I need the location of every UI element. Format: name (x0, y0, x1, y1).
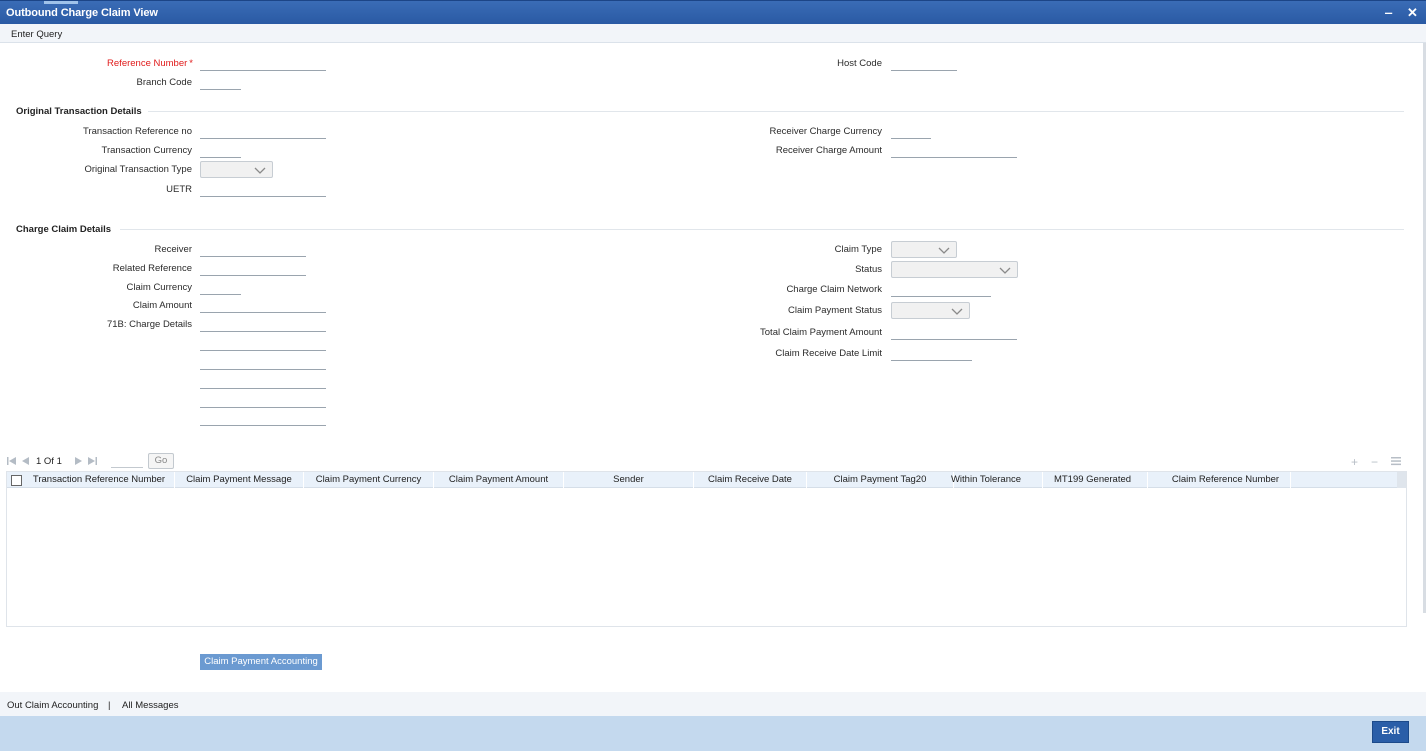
enter-query-button[interactable]: Enter Query (11, 29, 62, 40)
receiver-charge-currency-label: Receiver Charge Currency (769, 126, 882, 137)
transaction-currency-field[interactable] (200, 144, 241, 158)
page-info: 1 Of 1 (36, 456, 62, 467)
claim-payment-status-label: Claim Payment Status (788, 305, 882, 316)
column-header[interactable]: Claim Reference Number (1161, 472, 1291, 488)
charge-claim-network-field[interactable] (891, 283, 991, 297)
charge-claim-network-label: Charge Claim Network (786, 284, 882, 295)
section-divider (148, 111, 1404, 112)
total-claim-payment-amount-label: Total Claim Payment Amount (760, 327, 882, 338)
column-header[interactable]: MT199 Generated (1038, 472, 1148, 488)
branch-code-field[interactable] (200, 76, 241, 90)
column-header[interactable]: Sender (564, 472, 694, 488)
out-claim-accounting-link[interactable]: Out Claim Accounting (7, 700, 98, 711)
related-reference-field[interactable] (200, 262, 306, 276)
link-separator: | (108, 700, 111, 711)
window-titlebar: Outbound Charge Claim View ‒ ✕ (0, 0, 1426, 24)
exit-button[interactable]: Exit (1372, 721, 1409, 743)
footer-links: Out Claim Accounting | All Messages (0, 692, 1426, 716)
charge-details-line-2[interactable] (200, 337, 326, 351)
charge-details-line-5[interactable] (200, 394, 326, 408)
host-code-label: Host Code (837, 58, 882, 69)
claim-type-label: Claim Type (834, 244, 882, 255)
chevron-down-icon (951, 308, 963, 315)
add-row-icon[interactable]: + (1351, 455, 1358, 469)
charge-details-label: 71B: Charge Details (106, 319, 192, 330)
last-page-icon[interactable] (87, 456, 97, 466)
close-icon[interactable]: ✕ (1407, 5, 1418, 21)
claim-currency-label: Claim Currency (126, 282, 192, 293)
bottom-bar (0, 716, 1426, 751)
claim-payment-accounting-button[interactable]: Claim Payment Accounting (200, 654, 322, 670)
grid-scrollbar[interactable] (1397, 472, 1406, 488)
reference-number-field[interactable] (200, 57, 326, 71)
column-header[interactable]: Within Tolerance (930, 472, 1043, 488)
chevron-down-icon (938, 247, 950, 254)
select-all-checkbox[interactable] (11, 475, 22, 486)
reference-number-label-text: Reference Number (107, 58, 188, 69)
column-header[interactable]: Claim Receive Date (694, 472, 807, 488)
previous-page-icon[interactable] (21, 456, 31, 466)
host-code-field[interactable] (891, 57, 957, 71)
transaction-reference-field[interactable] (200, 125, 326, 139)
claim-receive-date-limit-field[interactable] (891, 347, 972, 361)
minimize-icon[interactable]: ‒ (1385, 5, 1392, 20)
column-header[interactable]: Claim Payment Message (175, 472, 304, 488)
receiver-label: Receiver (154, 244, 193, 255)
claim-amount-field[interactable] (200, 299, 326, 313)
charge-details-line-3[interactable] (200, 356, 326, 370)
branch-code-label: Branch Code (136, 77, 192, 88)
original-transaction-type-select[interactable] (200, 161, 273, 178)
column-header[interactable]: Claim Payment Amount (434, 472, 564, 488)
receiver-field[interactable] (200, 243, 306, 257)
remove-row-icon[interactable]: − (1371, 455, 1378, 469)
transaction-reference-label: Transaction Reference no (83, 126, 192, 137)
related-reference-label: Related Reference (112, 263, 192, 274)
claim-currency-field[interactable] (200, 281, 241, 295)
uetr-label: UETR (166, 184, 192, 195)
grid-header: Transaction Reference Number Claim Payme… (7, 472, 1399, 488)
grid-toolbar: 1 Of 1 Go + − (0, 452, 1426, 470)
charge-details-line-6[interactable] (200, 412, 326, 426)
claim-amount-label: Claim Amount (132, 300, 192, 311)
window-title: Outbound Charge Claim View (6, 7, 158, 19)
charge-claim-section-title: Charge Claim Details (16, 224, 112, 235)
claim-payment-status-select[interactable] (891, 302, 970, 319)
claim-receive-date-limit-label: Claim Receive Date Limit (775, 348, 882, 359)
chevron-down-icon (999, 267, 1011, 274)
original-transaction-section-title: Original Transaction Details (16, 106, 142, 117)
status-select[interactable] (891, 261, 1018, 278)
original-transaction-type-label: Original Transaction Type (84, 164, 192, 175)
claim-payments-grid: Transaction Reference Number Claim Payme… (6, 471, 1407, 627)
all-messages-link[interactable]: All Messages (122, 700, 179, 711)
next-page-icon[interactable] (73, 456, 83, 466)
column-header[interactable]: Transaction Reference Number (24, 472, 175, 488)
receiver-charge-amount-field[interactable] (891, 144, 1017, 158)
status-label: Status (855, 264, 882, 275)
first-page-icon[interactable] (7, 456, 17, 466)
receiver-charge-currency-field[interactable] (891, 125, 931, 139)
toolbar: Enter Query (0, 24, 1426, 43)
uetr-field[interactable] (200, 183, 326, 197)
reference-number-label: Reference Number * (60, 58, 193, 69)
grid-settings-icon[interactable] (1391, 456, 1401, 466)
transaction-currency-label: Transaction Currency (101, 145, 192, 156)
total-claim-payment-amount-field[interactable] (891, 326, 1017, 340)
section-divider (120, 229, 1404, 230)
go-button[interactable]: Go (148, 453, 174, 469)
page-number-input[interactable] (111, 455, 143, 468)
column-header[interactable]: Claim Payment Currency (304, 472, 434, 488)
charge-details-line-1[interactable] (200, 318, 326, 332)
receiver-charge-amount-label: Receiver Charge Amount (775, 145, 882, 156)
required-marker: * (189, 58, 193, 69)
chevron-down-icon (254, 167, 266, 174)
claim-type-select[interactable] (891, 241, 957, 258)
charge-details-line-4[interactable] (200, 375, 326, 389)
title-accent (44, 1, 78, 4)
